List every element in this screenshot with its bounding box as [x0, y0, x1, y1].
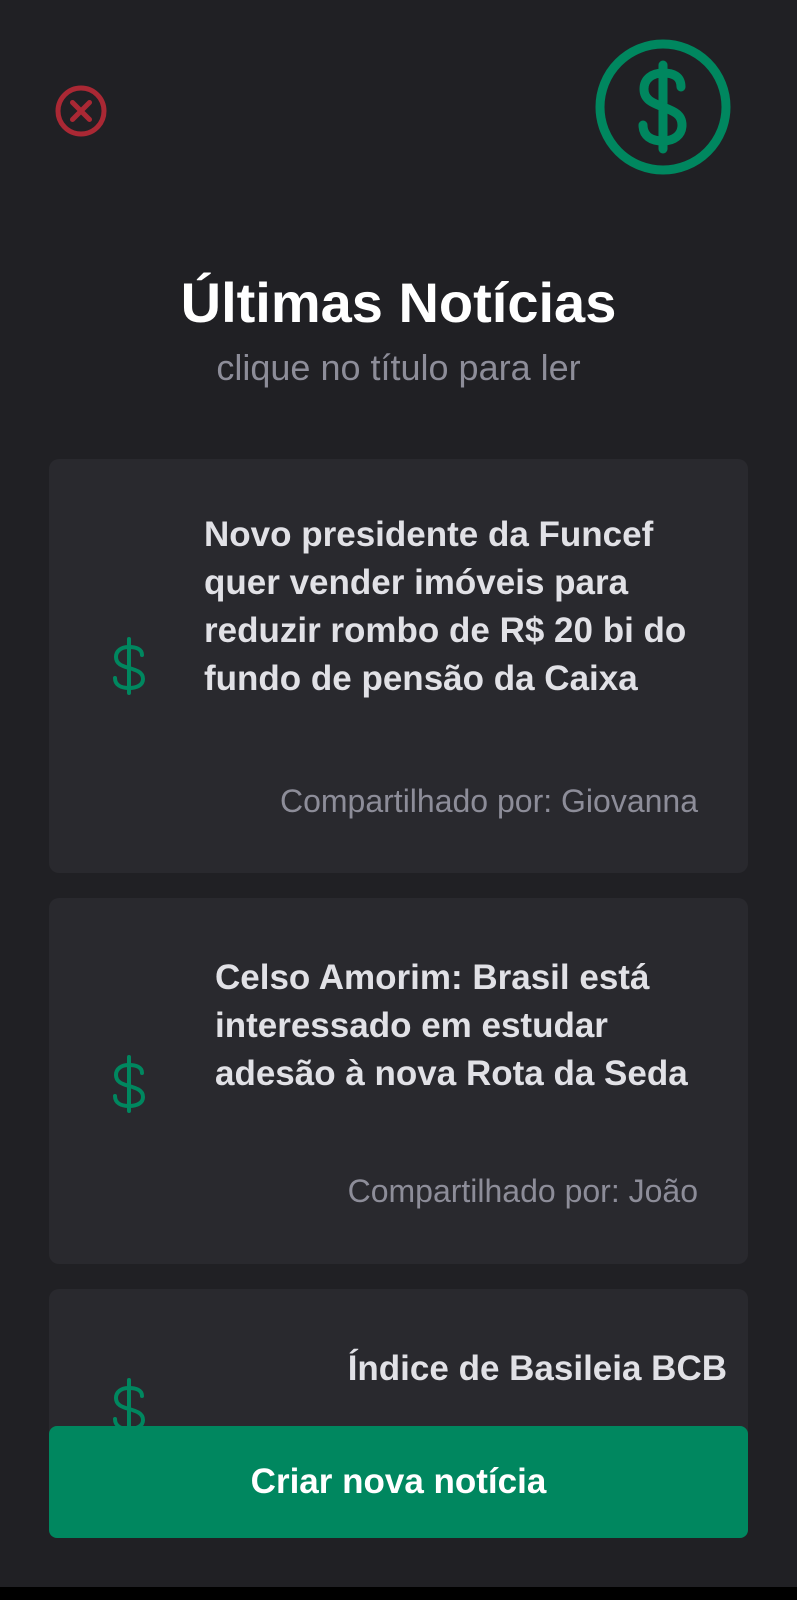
news-card[interactable]: Celso Amorim: Brasil está interessado em…: [49, 898, 748, 1264]
news-author: Compartilhado por: João: [347, 1173, 698, 1209]
page-title: Últimas Notícias: [180, 271, 617, 334]
close-button[interactable]: [53, 83, 109, 139]
dollar-sign-icon: [109, 1054, 149, 1114]
news-screen: Últimas Notícias clique no título para l…: [0, 0, 797, 1587]
news-title-link[interactable]: Celso Amorim: Brasil está interessado em…: [215, 954, 715, 1098]
close-circle-icon: [55, 85, 107, 137]
news-title-link[interactable]: Novo presidente da Funcef quer vender im…: [204, 511, 704, 703]
logo: [593, 37, 733, 177]
page-subtitle: clique no título para ler: [216, 347, 581, 388]
dollar-sign-icon: [109, 636, 149, 696]
create-news-button[interactable]: Criar nova notícia: [49, 1426, 748, 1538]
dollar-circle-icon: [595, 39, 731, 175]
news-card[interactable]: Novo presidente da Funcef quer vender im…: [49, 459, 748, 873]
news-title-link[interactable]: Índice de Basileia BCB: [179, 1345, 727, 1393]
news-author: Compartilhado por: Giovanna: [279, 783, 698, 819]
